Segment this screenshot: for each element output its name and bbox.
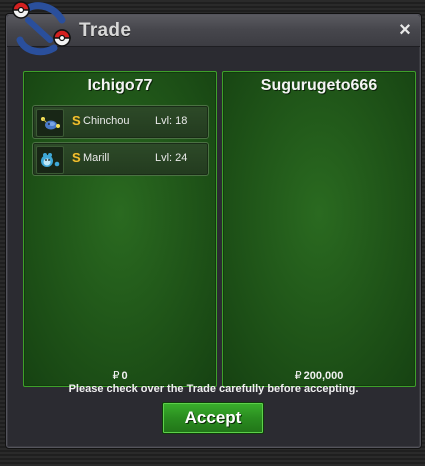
shiny-coin-icon: S (72, 113, 81, 128)
player-name-right: Sugurugeto666 (260, 77, 378, 94)
pokemon-level: Lvl: 18 (155, 115, 188, 127)
offer-panel-right: Sugurugeto666 ₽200,000 (222, 71, 416, 387)
shiny-coin-icon: S (72, 150, 81, 165)
trade-window: Trade × Ichigo77 S Chinchou Lvl: 18 S Ma… (6, 14, 421, 448)
money-amount: 200,000 (303, 370, 344, 382)
money-amount: 0 (121, 370, 128, 382)
chinchou-icon (36, 109, 64, 137)
trade-item-chinchou[interactable]: S Chinchou Lvl: 18 (32, 105, 209, 139)
currency-icon: ₽ (294, 370, 302, 382)
money-offer-right: ₽200,000 (223, 369, 415, 382)
accept-button[interactable]: Accept (162, 402, 264, 434)
close-button[interactable]: × (395, 20, 415, 40)
trade-item-marill[interactable]: S Marill Lvl: 24 (32, 142, 209, 176)
pokemon-name: Marill (83, 152, 110, 164)
trade-warning-text: Please check over the Trade carefully be… (68, 383, 359, 395)
offer-panel-left: Ichigo77 S Chinchou Lvl: 18 S Marill Lvl… (23, 71, 217, 387)
money-offer-left: ₽0 (24, 369, 216, 382)
currency-icon: ₽ (112, 370, 120, 382)
pokemon-name: Chinchou (83, 115, 130, 127)
player-name-left: Ichigo77 (87, 77, 153, 94)
marill-icon (36, 146, 64, 174)
pokeball-logo-icon (12, 1, 71, 56)
pokemon-level: Lvl: 24 (155, 152, 188, 164)
window-title: Trade (79, 20, 132, 41)
